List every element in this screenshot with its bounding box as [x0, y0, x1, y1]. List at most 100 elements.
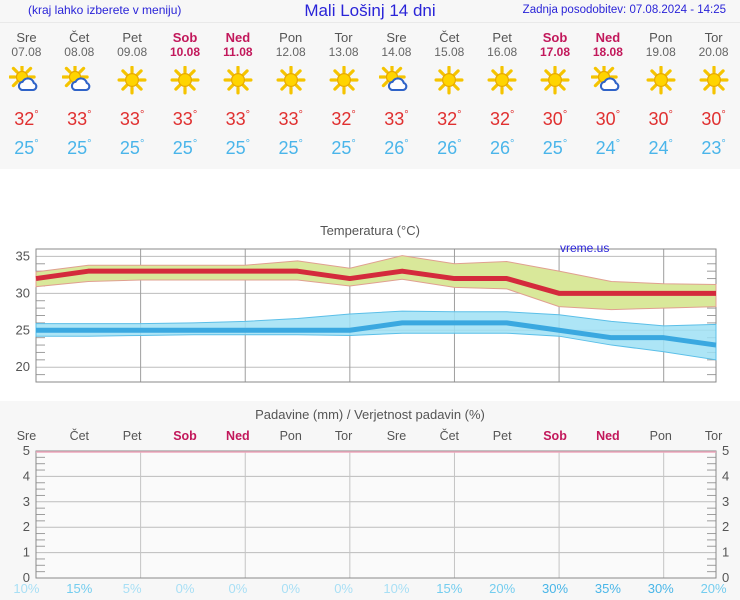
- day-column: Ned 11.08 33° 25°: [211, 23, 264, 170]
- sun-icon: [697, 62, 731, 100]
- svg-text:1: 1: [23, 545, 30, 560]
- day-date-label: 18.08: [592, 45, 623, 59]
- sun-icon: [168, 62, 202, 100]
- day-of-week-label: Pet: [122, 30, 142, 45]
- svg-text:2: 2: [23, 519, 30, 534]
- precipitation-probability-value: 20%: [700, 581, 727, 596]
- max-temperature-value: 32°: [14, 109, 39, 129]
- svg-text:4: 4: [722, 468, 729, 483]
- max-temperature-value: 33°: [119, 109, 145, 129]
- sun-icon: [644, 62, 678, 100]
- day-column: Ned 18.08 30° 24°: [581, 23, 634, 170]
- precipitation-day-label: Pon: [649, 429, 672, 443]
- max-temperature-value: 30°: [701, 109, 726, 129]
- max-temperature-value: 32°: [437, 109, 462, 129]
- day-column: Tor 13.08 32° 25°: [317, 23, 370, 170]
- day-date-label: 15.08: [434, 45, 465, 59]
- precipitation-probability-value: 35%: [594, 581, 621, 596]
- top-header-bar: (kraj lahko izberete v meniju) Mali Loši…: [0, 0, 740, 22]
- precipitation-day-label: Sob: [543, 429, 567, 443]
- sun-icon: [115, 62, 149, 100]
- precipitation-probability-value: 30%: [542, 581, 569, 596]
- precipitation-chart-section: Padavine (mm) / Verjetnost padavin (%) S…: [0, 401, 740, 600]
- day-date-label: 19.08: [645, 45, 676, 59]
- day-date-label: 16.08: [487, 45, 518, 59]
- svg-text:3: 3: [23, 494, 30, 509]
- daily-forecast-strip: Sre 07.08 32° 25° Čet 08.08 33° 25° Pet 09.08 33° 2…: [0, 22, 740, 170]
- precipitation-day-label: Sre: [16, 429, 37, 443]
- min-temperature-value: 24°: [648, 138, 673, 158]
- precipitation-day-label: Pet: [492, 429, 512, 443]
- sun-icon: [274, 62, 308, 100]
- precipitation-probability-value: 0%: [334, 581, 353, 596]
- sun-cloud-icon: [9, 62, 43, 100]
- sun-cloud-icon: [62, 62, 96, 100]
- precipitation-day-label: Čet: [439, 429, 460, 443]
- day-column: Pet 09.08 33° 25°: [106, 23, 159, 170]
- min-temperature-value: 25°: [278, 138, 303, 158]
- min-temperature-value: 25°: [331, 138, 356, 158]
- min-temperature-value: 25°: [225, 138, 251, 158]
- precipitation-probability-value: 0%: [228, 581, 248, 596]
- max-temperature-value: 32°: [331, 109, 356, 129]
- watermark-label: vreme.us: [560, 241, 610, 255]
- day-of-week-label: Tor: [704, 30, 723, 45]
- precipitation-chart-title: Padavine (mm) / Verjetnost padavin (%): [255, 407, 485, 422]
- day-of-week-label: Pon: [649, 30, 673, 45]
- precipitation-day-labels: Sre Čet Pet Sob Ned Pon Tor Sre Čet Pet Sob Ned Pon T…: [0, 429, 740, 447]
- max-temperature-value: 33°: [384, 109, 409, 129]
- day-column: Sob 17.08 30° 25°: [529, 23, 582, 170]
- max-temperature-value: 33°: [67, 109, 92, 129]
- day-column: Čet 08.08 33° 25°: [53, 23, 106, 170]
- day-of-week-label: Čet: [69, 30, 90, 45]
- svg-text:30: 30: [16, 285, 30, 300]
- day-column: Sob 10.08 33° 25°: [159, 23, 212, 170]
- max-temperature-value: 30°: [542, 109, 568, 129]
- day-date-label: 11.08: [223, 45, 253, 59]
- precipitation-day-label: Čet: [69, 429, 90, 443]
- day-date-label: 14.08: [381, 45, 412, 59]
- day-column: Čet 15.08 32° 26°: [423, 23, 476, 170]
- day-date-label: 09.08: [117, 45, 148, 59]
- svg-text:3: 3: [722, 494, 729, 509]
- min-temperature-value: 25°: [14, 138, 39, 158]
- min-temperature-value: 25°: [119, 138, 145, 158]
- svg-text:35: 35: [16, 248, 30, 263]
- sun-icon: [327, 62, 361, 100]
- day-of-week-label: Čet: [439, 30, 460, 45]
- day-of-week-label: Sre: [386, 30, 407, 45]
- precipitation-day-label: Sre: [386, 429, 407, 443]
- day-date-label: 17.08: [540, 45, 571, 59]
- day-of-week-label: Ned: [595, 30, 621, 45]
- weather-forecast-page: (kraj lahko izberete v meniju) Mali Loši…: [0, 0, 740, 600]
- svg-text:25: 25: [16, 322, 30, 337]
- precipitation-probability-value: 20%: [489, 581, 516, 596]
- min-temperature-value: 25°: [67, 138, 92, 158]
- precipitation-day-label: Sob: [173, 429, 197, 443]
- min-temperature-value: 23°: [701, 138, 726, 158]
- day-column: Tor 20.08 30° 23°: [687, 23, 740, 170]
- day-column: Pet 16.08 32° 26°: [476, 23, 529, 170]
- day-of-week-label: Ned: [225, 30, 251, 45]
- max-temperature-value: 30°: [648, 109, 673, 129]
- day-date-label: 12.08: [275, 45, 306, 59]
- precipitation-probability-value: 0%: [175, 581, 195, 596]
- max-temperature-value: 30°: [595, 109, 621, 129]
- sun-icon: [221, 62, 255, 100]
- precipitation-probability-value: 10%: [383, 581, 410, 596]
- max-temperature-value: 33°: [278, 109, 303, 129]
- sun-icon: [432, 62, 466, 100]
- min-temperature-value: 26°: [489, 138, 515, 158]
- day-column: Pon 12.08 33° 25°: [264, 23, 317, 170]
- temperature-chart-title: Temperatura (°C): [320, 223, 420, 238]
- day-date-label: 08.08: [64, 45, 95, 59]
- day-column: Sre 14.08 33° 26°: [370, 23, 423, 170]
- precipitation-probability-value: 5%: [122, 581, 142, 596]
- day-date-label: 10.08: [169, 45, 201, 59]
- precipitation-probability-value: 10%: [13, 581, 40, 596]
- svg-text:20: 20: [16, 359, 30, 374]
- temperature-chart-svg: 20 25 30 35: [16, 248, 717, 383]
- svg-text:1: 1: [722, 545, 729, 560]
- day-of-week-label: Sre: [16, 30, 37, 45]
- sun-icon: [538, 62, 572, 100]
